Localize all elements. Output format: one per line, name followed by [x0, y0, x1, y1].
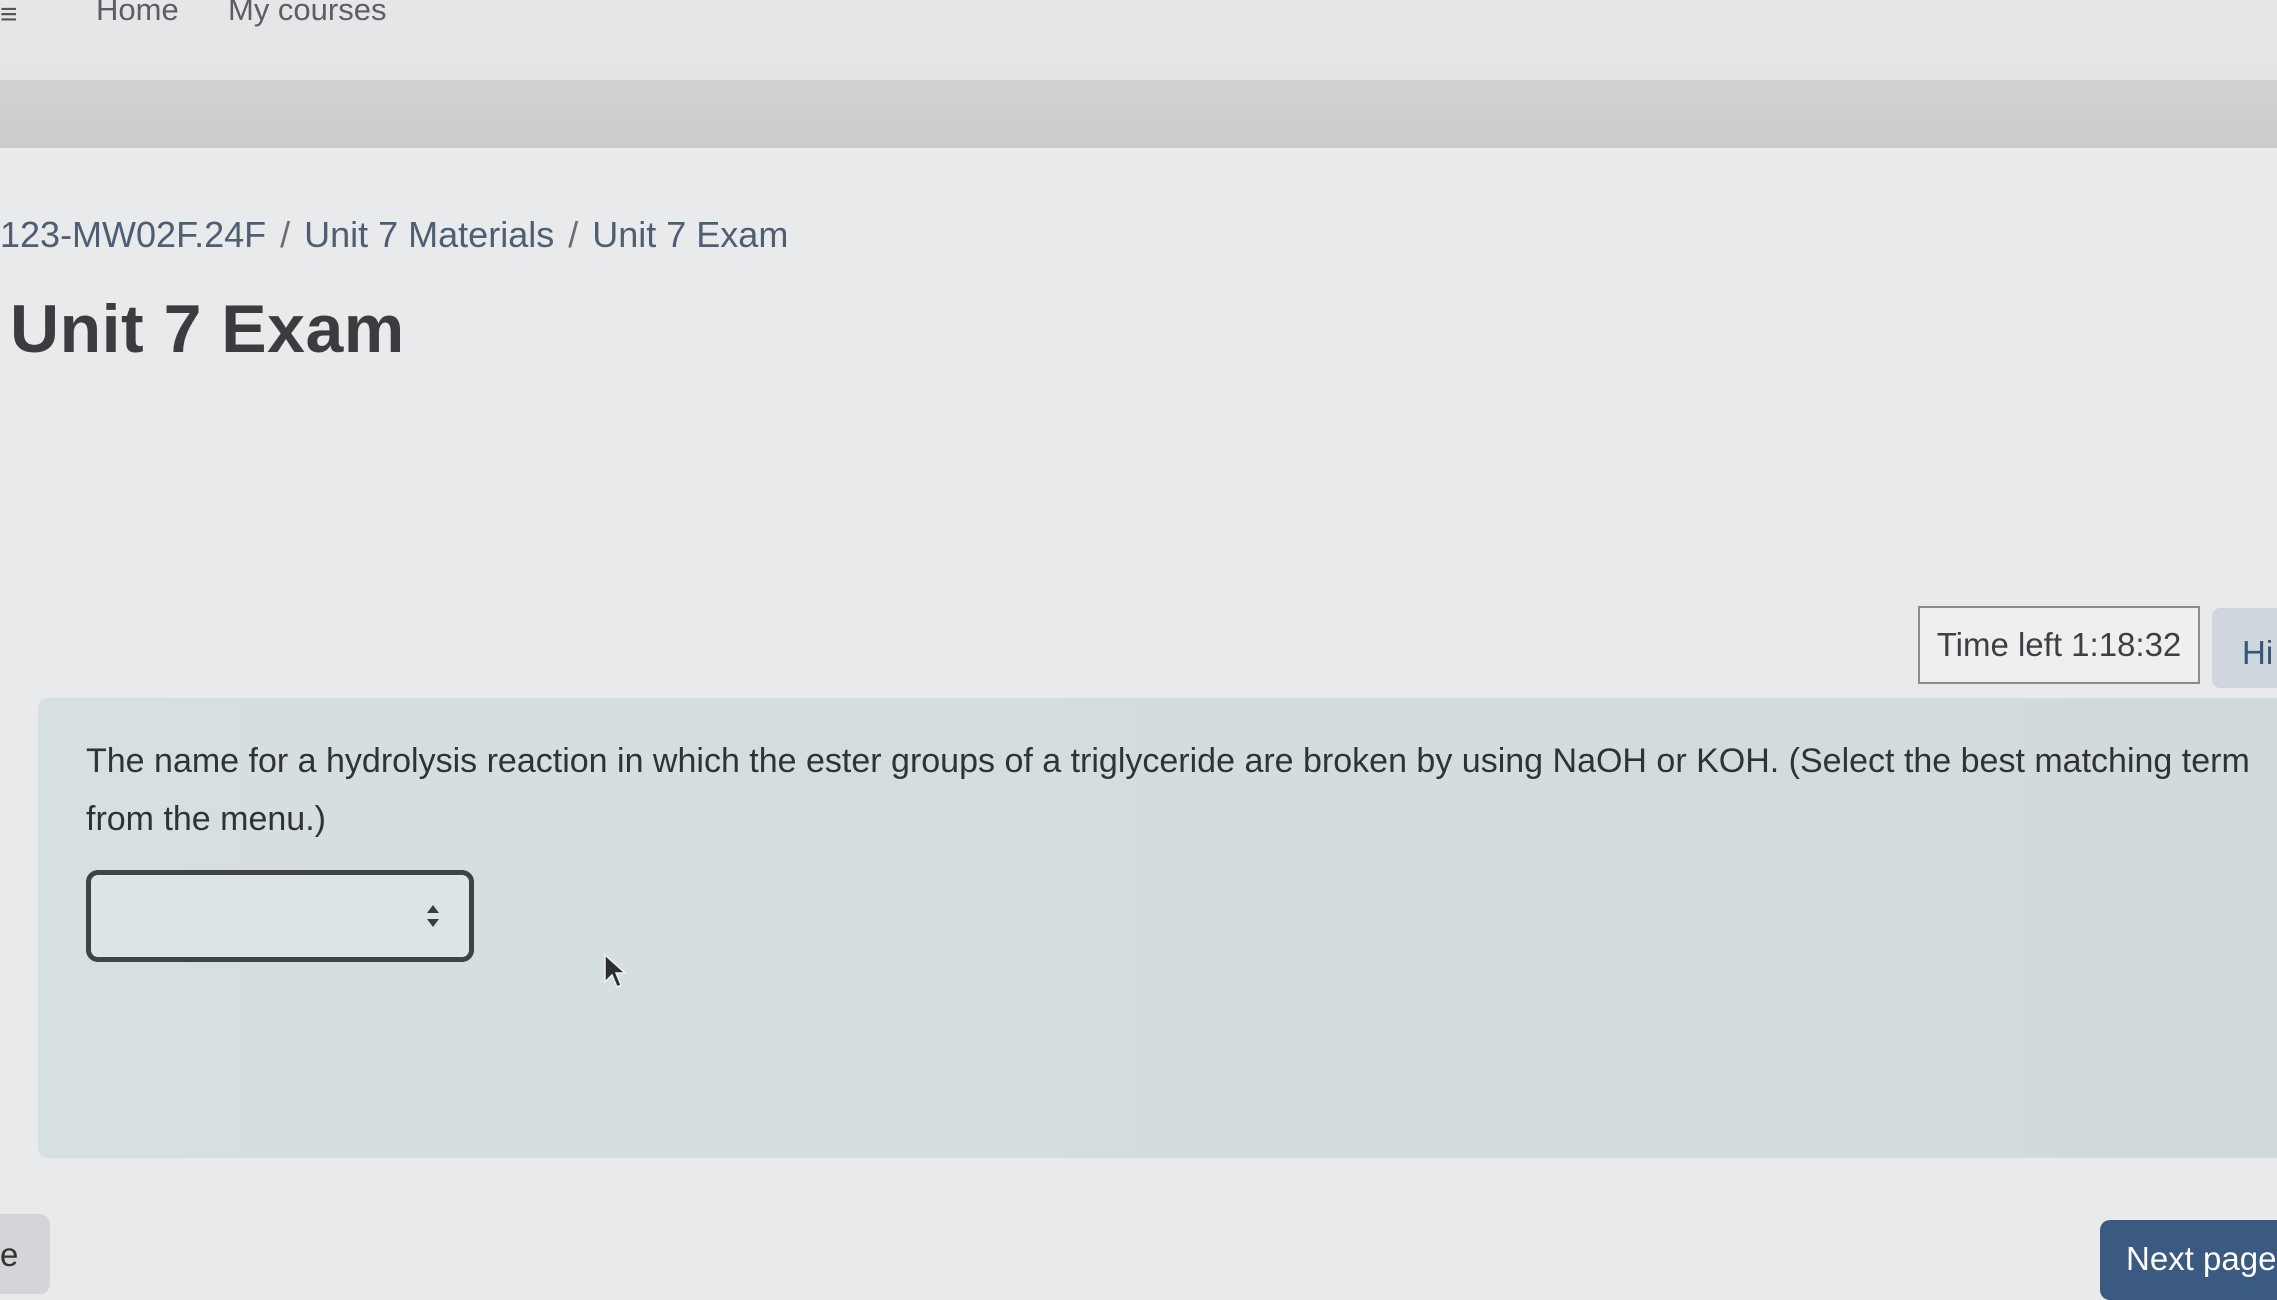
breadcrumb-unit-materials[interactable]: Unit 7 Materials: [304, 214, 554, 255]
nav-my-courses-link[interactable]: My courses: [228, 0, 386, 28]
breadcrumb-separator: /: [568, 214, 579, 255]
menu-icon[interactable]: ≡: [0, 0, 18, 30]
header-band: [0, 80, 2277, 148]
question-panel: The name for a hydrolysis reaction in wh…: [38, 698, 2277, 1158]
nav-home-link[interactable]: Home: [96, 0, 179, 28]
breadcrumb-course[interactable]: 123-MW02F.24F: [0, 214, 266, 255]
previous-page-button[interactable]: e: [0, 1214, 50, 1294]
next-page-button[interactable]: Next page: [2100, 1220, 2277, 1300]
time-left-timer: Time left 1:18:32: [1918, 606, 2200, 684]
breadcrumb: 123-MW02F.24F / Unit 7 Materials / Unit 7 Ex…: [0, 214, 788, 256]
answer-select[interactable]: [86, 870, 474, 962]
top-navigation: ≡ Home My courses: [0, 0, 2277, 80]
mouse-cursor-icon: [604, 954, 627, 989]
select-arrows-icon: [427, 905, 439, 927]
hide-timer-button[interactable]: Hi: [2212, 608, 2277, 688]
breadcrumb-current-page[interactable]: Unit 7 Exam: [592, 214, 788, 255]
page-title: Unit 7 Exam: [10, 291, 405, 367]
breadcrumb-separator: /: [280, 214, 291, 255]
question-text: The name for a hydrolysis reaction in wh…: [86, 742, 2250, 838]
